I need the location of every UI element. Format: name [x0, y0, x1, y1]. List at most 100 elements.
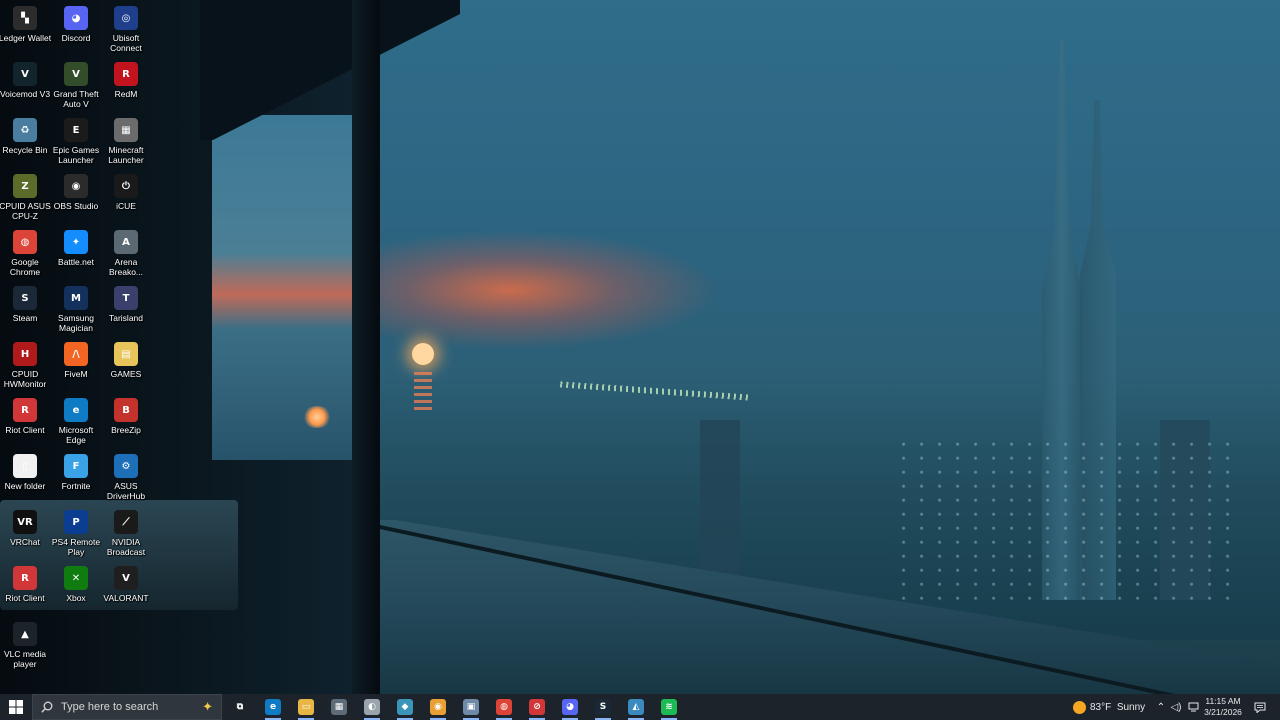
- desktop-shortcut[interactable]: Z CPUID ASUS CPU-Z: [0, 170, 51, 224]
- desktop-shortcut-label: Fortnite: [61, 481, 91, 491]
- taskbar-app-button[interactable]: ◭: [621, 694, 651, 720]
- desktop-shortcut[interactable]: ▲ VLC media player: [0, 618, 50, 672]
- spotify-icon: ≋: [661, 699, 677, 715]
- taskbar-app-button[interactable]: ≋: [654, 694, 684, 720]
- desktop-shortcut[interactable]: ⚙ ASUS DriverHub: [101, 450, 151, 504]
- desktop-shortcut-label: Grand Theft Auto V: [53, 89, 99, 109]
- desktop-shortcut-label: ASUS DriverHub: [106, 481, 146, 501]
- desktop-shortcut[interactable]: M Samsung Magician: [51, 282, 101, 336]
- asus-driverhub-icon: ⚙: [114, 454, 138, 478]
- desktop-shortcut[interactable]: ✦ Battle.net: [51, 226, 101, 280]
- desktop-shortcut[interactable]: T Tarisland: [101, 282, 151, 336]
- desktop-shortcut[interactable]: V Grand Theft Auto V: [51, 58, 101, 112]
- desktop-shortcut[interactable]: /\ FiveM: [51, 338, 101, 392]
- taskbar-app-button[interactable]: ⧉: [225, 694, 255, 720]
- desktop-shortcut[interactable]: ▦ Minecraft Launcher: [101, 114, 151, 168]
- taskbar-app-button[interactable]: ◍: [489, 694, 519, 720]
- desktop-shortcut[interactable]: ▚ Ledger Wallet: [0, 2, 52, 56]
- recycle-bin-icon: ♻: [13, 118, 37, 142]
- taskbar-app-button[interactable]: ▣: [456, 694, 486, 720]
- desktop-shortcut[interactable]: ▤ GAMES: [101, 338, 151, 392]
- desktop-shortcut[interactable]: R Riot Client: [0, 394, 50, 448]
- desktop-shortcut[interactable]: ◉ OBS Studio: [51, 170, 101, 224]
- desktop-shortcut[interactable]: P PS4 Remote Play: [51, 506, 101, 560]
- volume-icon: ◁): [1170, 701, 1182, 713]
- app-icon-3: ◉: [430, 699, 446, 715]
- taskbar-app-button[interactable]: ◉: [423, 694, 453, 720]
- desktop-shortcut[interactable]: ✕ Xbox: [51, 562, 101, 616]
- desktop-shortcut[interactable]: V VALORANT: [101, 562, 151, 616]
- desktop-shortcut-label: New folder: [4, 481, 46, 491]
- taskbar-app-button[interactable]: ◕: [555, 694, 585, 720]
- taskbar-app-button[interactable]: e: [258, 694, 288, 720]
- desktop-shortcut[interactable]: A Arena Breako...: [101, 226, 151, 280]
- desktop-shortcut[interactable]: S Steam: [0, 282, 50, 336]
- desktop-shortcut[interactable]: ♻ Recycle Bin: [0, 114, 50, 168]
- wallpaper-city-lights: [900, 440, 1240, 600]
- taskbar-clock[interactable]: 11:15 AM 3/21/2026: [1200, 694, 1246, 720]
- tarisland-icon: T: [114, 286, 138, 310]
- desktop-shortcut[interactable]: E Epic Games Launcher: [51, 114, 101, 168]
- search-highlight-icon: ✦: [202, 699, 213, 714]
- desktop-shortcut[interactable]: R RedM: [101, 58, 151, 112]
- folder-games-icon: ▤: [114, 342, 138, 366]
- desktop-shortcut-label: VRChat: [10, 537, 40, 547]
- weather-icon[interactable]: [1068, 694, 1090, 720]
- desktop-shortcut-label: Steam: [12, 313, 38, 323]
- desktop-shortcut[interactable]: ⟋ NVIDIA Broadcast: [101, 506, 151, 560]
- app-icon-1: ◐: [364, 699, 380, 715]
- desktop-shortcut-label: Riot Client: [5, 593, 45, 603]
- wallpaper-sun-reflection: [414, 372, 432, 412]
- vrchat-icon: VR: [13, 510, 37, 534]
- desktop-shortcut[interactable]: ▯ New folder: [0, 450, 50, 504]
- taskbar-app-button[interactable]: ⊘: [522, 694, 552, 720]
- desktop-shortcut-label: Epic Games Launcher: [52, 145, 100, 165]
- taskbar-search-box[interactable]: Type here to search ✦: [32, 694, 222, 720]
- taskbar-app-button[interactable]: S: [588, 694, 618, 720]
- chrome-icon: ◍: [13, 230, 37, 254]
- taskbar-app-button[interactable]: ◆: [390, 694, 420, 720]
- desktop-shortcut[interactable]: F Fortnite: [51, 450, 101, 504]
- new-folder-icon: ▯: [13, 454, 37, 478]
- weather-condition[interactable]: Sunny: [1115, 694, 1147, 720]
- desktop-shortcut[interactable]: ◍ Google Chrome: [0, 226, 50, 280]
- desktop-shortcut[interactable]: H CPUID HWMonitor: [0, 338, 50, 392]
- desktop-shortcut[interactable]: B BreeZip: [101, 394, 151, 448]
- desktop-shortcut-label: Minecraft Launcher: [108, 145, 144, 165]
- weather-temperature[interactable]: 83°F: [1090, 694, 1116, 720]
- fivem-icon: /\: [64, 342, 88, 366]
- desktop-shortcut-label: PS4 Remote Play: [51, 537, 101, 557]
- show-hidden-icons-button[interactable]: ⌃: [1154, 694, 1168, 720]
- cpu-z-icon: Z: [13, 174, 37, 198]
- desktop-shortcut-label: Battle.net: [58, 257, 94, 267]
- desktop-wallpaper: [0, 0, 1280, 694]
- taskbar-app-button[interactable]: ▦: [324, 694, 354, 720]
- desktop-shortcut-label: Ubisoft Connect: [110, 33, 142, 53]
- windows-start-icon: [9, 700, 23, 714]
- desktop-shortcut[interactable]: V Voicemod V3: [0, 58, 50, 112]
- riot-client-icon: R: [13, 566, 37, 590]
- search-placeholder: Type here to search: [61, 701, 159, 713]
- desktop-shortcut[interactable]: e Microsoft Edge: [51, 394, 101, 448]
- samsung-magician-icon: M: [64, 286, 88, 310]
- network-button[interactable]: [1186, 694, 1200, 720]
- start-button[interactable]: [0, 694, 32, 720]
- desktop-shortcut-label: NVIDIA Broadcast: [106, 537, 146, 557]
- app-icon-6: ◭: [628, 699, 644, 715]
- desktop-shortcut[interactable]: ◎ Ubisoft Connect: [101, 2, 151, 56]
- desktop-shortcut[interactable]: ◕ Discord: [51, 2, 101, 56]
- desktop-shortcut-label: Google Chrome: [9, 257, 41, 277]
- icue-icon: ⏻: [114, 174, 138, 198]
- desktop-shortcut-label: Ledger Wallet: [0, 33, 52, 43]
- desktop-shortcut-label: Microsoft Edge: [58, 425, 94, 445]
- taskbar-app-button[interactable]: ◐: [357, 694, 387, 720]
- volume-button[interactable]: ◁): [1169, 694, 1183, 720]
- file-explorer-icon: ▭: [298, 699, 314, 715]
- desktop-shortcut[interactable]: R Riot Client: [0, 562, 50, 616]
- desktop-shortcut[interactable]: ⏻ iCUE: [101, 170, 151, 224]
- taskbar-app-button[interactable]: ▭: [291, 694, 321, 720]
- desktop-shortcut-label: iCUE: [116, 201, 136, 211]
- ubisoft-icon: ◎: [114, 6, 138, 30]
- notification-center-button[interactable]: [1250, 694, 1270, 720]
- desktop-shortcut[interactable]: VR VRChat: [0, 506, 50, 560]
